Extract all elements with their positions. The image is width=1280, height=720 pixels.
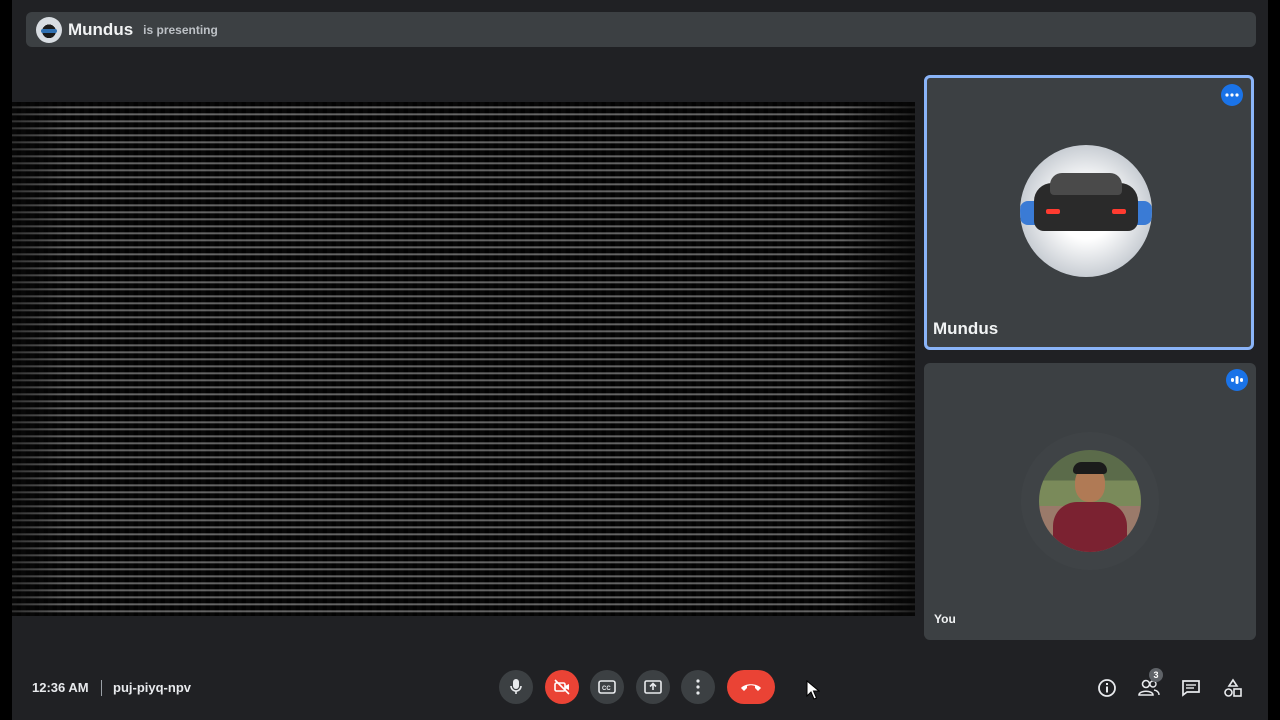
car-windshield	[1050, 173, 1122, 195]
mouse-cursor-icon	[806, 680, 820, 700]
participant-avatar	[1039, 450, 1141, 552]
meeting-code: puj-piyq-npv	[113, 680, 191, 695]
chat-icon	[1182, 680, 1200, 697]
present-screen-button[interactable]	[636, 670, 670, 704]
divider	[101, 680, 102, 696]
participant-name: You	[934, 612, 956, 626]
end-call-icon	[741, 684, 761, 691]
chat-button[interactable]	[1179, 676, 1203, 700]
meeting-stage: Mundus is presenting Mundus You 12:36 AM…	[12, 0, 1268, 720]
presenter-avatar	[36, 16, 62, 43]
mic-button[interactable]	[499, 670, 533, 704]
shared-screen[interactable]	[12, 102, 915, 616]
meeting-details-button[interactable]	[1095, 676, 1119, 700]
captions-button[interactable]: CC	[590, 670, 624, 704]
avatar-shirt	[1053, 502, 1127, 552]
svg-text:CC: CC	[602, 686, 611, 692]
present-screen-icon	[644, 680, 662, 694]
activities-button[interactable]	[1221, 676, 1245, 700]
end-call-button[interactable]	[727, 670, 775, 704]
captions-icon: CC	[598, 680, 616, 694]
participant-avatar	[1020, 145, 1152, 277]
participant-tile-mundus[interactable]: Mundus	[924, 75, 1254, 350]
avatar-hair	[1073, 462, 1107, 474]
participant-count-badge: 3	[1149, 668, 1163, 682]
audio-level-icon[interactable]	[1226, 369, 1248, 391]
presenter-bar: Mundus is presenting	[26, 12, 1256, 47]
more-horiz-icon[interactable]	[1221, 84, 1243, 106]
camera-off-icon	[554, 679, 570, 695]
info-icon	[1098, 679, 1116, 697]
presenter-status: is presenting	[143, 22, 218, 37]
more-vert-icon	[696, 679, 700, 695]
participant-name: Mundus	[933, 319, 999, 338]
mic-icon	[510, 679, 522, 694]
activities-icon	[1224, 678, 1242, 697]
presenter-name: Mundus	[68, 19, 134, 39]
people-button[interactable]: 3	[1137, 668, 1163, 700]
camera-toggle-button[interactable]	[545, 670, 579, 704]
car-light-right	[1112, 209, 1126, 214]
more-options-button[interactable]	[681, 670, 715, 704]
bottom-control-bar: 12:36 AM puj-piyq-npv CC 3	[12, 656, 1268, 720]
meeting-time: 12:36 AM	[32, 680, 89, 695]
participant-tile-you[interactable]: You	[924, 363, 1256, 640]
car-light-left	[1046, 209, 1060, 214]
shared-screen-edge-shade	[12, 102, 915, 616]
